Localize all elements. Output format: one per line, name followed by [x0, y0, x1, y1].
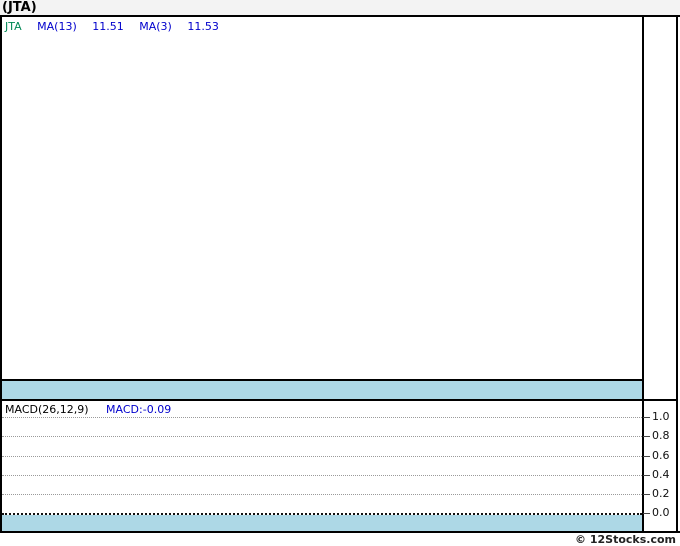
macd-axis-tick: [643, 513, 650, 514]
macd-axis-label: 0.6: [652, 449, 670, 462]
macd-axis-label: 0.2: [652, 487, 670, 500]
macd-axis-tick: [643, 417, 650, 418]
macd-axis-label: 0.4: [652, 468, 670, 481]
macd-gridline-0.6: [2, 456, 642, 457]
main-price-panel: JTA MA(13) 11.51 MA(3) 11.53: [2, 17, 642, 379]
main-chart-legend: JTA MA(13) 11.51 MA(3) 11.53: [5, 20, 219, 33]
stock-chart-page: (JTA) JTA MA(13) 11.51 MA(3) 11.53 MACD(…: [0, 0, 680, 546]
macd-axis-label: 0.0: [652, 506, 670, 519]
macd-gridline-1.0: [2, 417, 642, 418]
ma13-value: 11.51: [92, 20, 124, 33]
copyright-label: © 12Stocks.com: [575, 533, 676, 546]
footer: © 12Stocks.com: [0, 533, 678, 546]
macd-axis-label: 0.8: [652, 429, 670, 442]
ma3-value: 11.53: [187, 20, 219, 33]
macd-panel-bottom-band: [2, 515, 642, 531]
macd-legend: MACD(26,12,9) MACD:-0.09: [5, 403, 171, 416]
macd-axis-tick: [643, 475, 650, 476]
macd-gridline-0.2: [2, 494, 642, 495]
ma13-label: MA(13): [37, 20, 77, 33]
macd-gridline-0.8: [2, 436, 642, 437]
macd-gridline-0.4: [2, 475, 642, 476]
macd-axis-tick: [643, 436, 650, 437]
ticker-symbol-label: JTA: [5, 20, 22, 33]
macd-panel: MACD(26,12,9) MACD:-0.09: [2, 401, 642, 515]
right-axis-line: [642, 17, 644, 531]
macd-axis-tick: [643, 494, 650, 495]
main-panel-bottom-band: [2, 381, 642, 399]
macd-axis-label: 1.0: [652, 410, 670, 423]
macd-params-label: MACD(26,12,9): [5, 403, 89, 416]
macd-axis-tick: [643, 456, 650, 457]
page-title: (JTA): [2, 0, 37, 15]
ma3-label: MA(3): [139, 20, 172, 33]
macd-current-value: MACD:-0.09: [106, 403, 172, 416]
title-bar: (JTA): [0, 0, 680, 15]
